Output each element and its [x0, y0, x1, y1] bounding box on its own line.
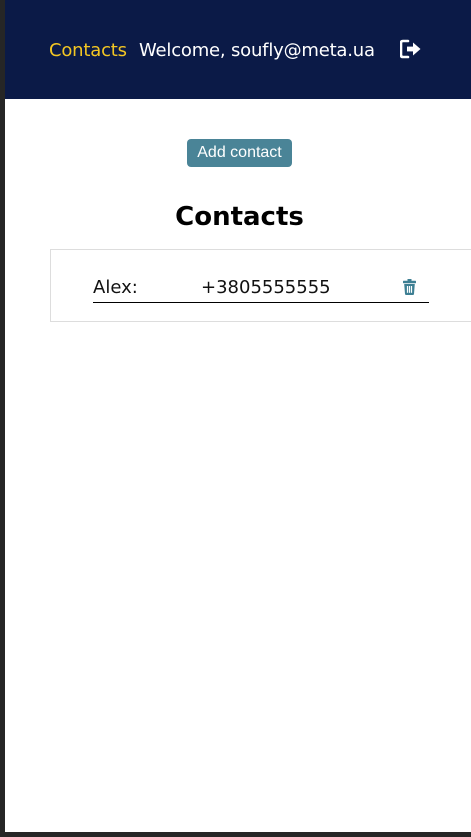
- contact-list-item: Alex: +3805555555: [93, 276, 429, 303]
- contact-phone: +3805555555: [201, 277, 331, 298]
- trash-icon[interactable]: [402, 279, 416, 295]
- contact-name: Alex:: [93, 277, 138, 298]
- app-page: Contacts Welcome, soufly@meta.ua Add con…: [5, 0, 471, 832]
- contact-list: Alex: +3805555555: [50, 249, 471, 322]
- app-header: Contacts Welcome, soufly@meta.ua: [5, 0, 471, 99]
- delete-contact-button[interactable]: [401, 277, 417, 297]
- welcome-message: Welcome, soufly@meta.ua: [139, 40, 375, 61]
- logout-button[interactable]: [398, 37, 424, 61]
- nav-link-contacts[interactable]: Contacts: [49, 39, 127, 63]
- add-contact-button[interactable]: Add contact: [187, 139, 292, 167]
- page-title: Contacts: [175, 202, 304, 232]
- logout-icon[interactable]: [400, 39, 422, 59]
